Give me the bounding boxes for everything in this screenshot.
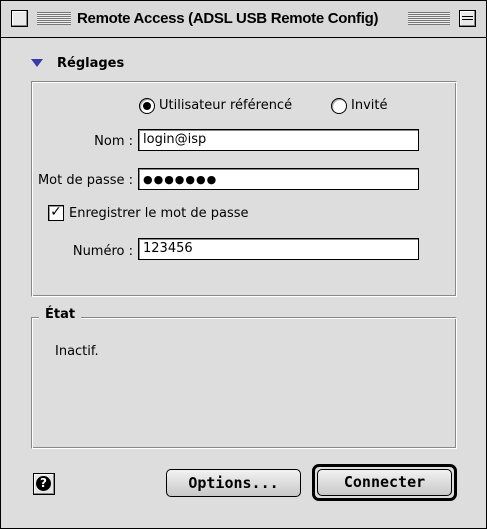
save-password-checkbox[interactable]: ✓ bbox=[48, 205, 64, 221]
password-label: Mot de passe : bbox=[37, 173, 133, 188]
remote-access-window: Remote Access (ADSL USB Remote Config) R… bbox=[0, 0, 487, 529]
number-field[interactable] bbox=[138, 238, 419, 260]
title-bar[interactable]: Remote Access (ADSL USB Remote Config) bbox=[1, 1, 486, 38]
password-field[interactable]: ●●●●●●● bbox=[138, 168, 419, 190]
save-password-label[interactable]: Enregistrer le mot de passe bbox=[69, 206, 249, 221]
status-label: État bbox=[39, 307, 82, 322]
help-icon: ? bbox=[36, 476, 51, 491]
title-stripes-left bbox=[37, 12, 71, 25]
help-button[interactable]: ? bbox=[33, 473, 55, 495]
name-label: Nom : bbox=[94, 134, 133, 149]
status-group bbox=[31, 317, 457, 449]
collapse-box-icon[interactable] bbox=[459, 10, 476, 27]
close-box-icon[interactable] bbox=[11, 10, 28, 27]
title-stripes-right bbox=[408, 12, 450, 25]
connect-button[interactable]: Connecter bbox=[317, 469, 452, 496]
options-button[interactable]: Options... bbox=[166, 469, 301, 497]
window-title: Remote Access (ADSL USB Remote Config) bbox=[77, 10, 379, 27]
disclosure-triangle-icon[interactable] bbox=[31, 59, 43, 67]
radio-guest-label[interactable]: Invité bbox=[351, 98, 387, 113]
number-label: Numéro : bbox=[72, 244, 133, 259]
radio-guest[interactable] bbox=[331, 98, 347, 114]
radio-registered-user-label[interactable]: Utilisateur référencé bbox=[159, 98, 292, 113]
radio-registered-user[interactable] bbox=[139, 98, 155, 114]
status-text: Inactif. bbox=[55, 344, 99, 359]
settings-section-label[interactable]: Réglages bbox=[57, 56, 124, 71]
name-field[interactable] bbox=[138, 129, 419, 151]
